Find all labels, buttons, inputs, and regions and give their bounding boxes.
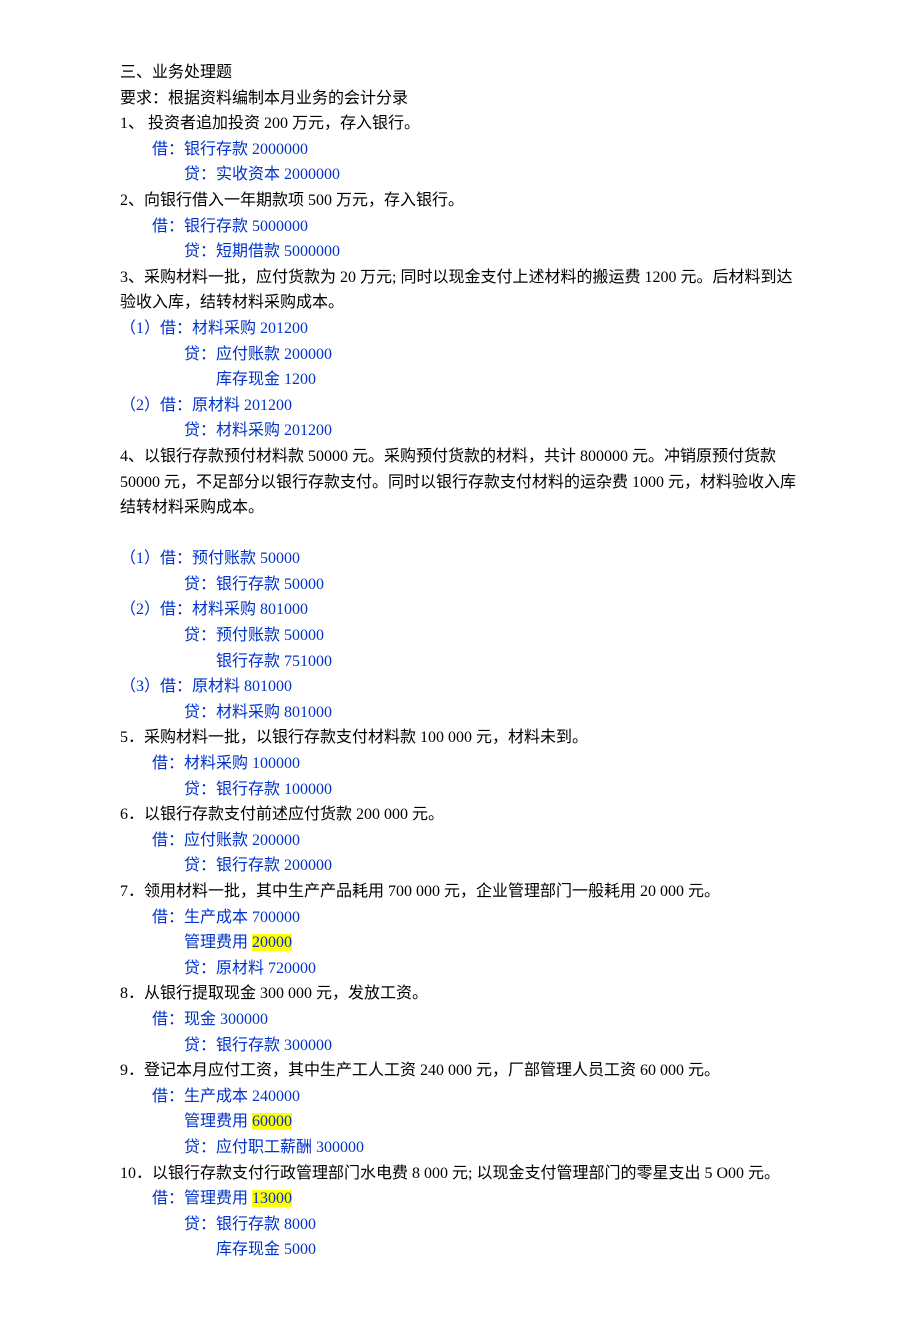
q4-e2-debit: （2）借：材料采购 801000 [120, 597, 800, 623]
q7-credit: 贷：原材料 720000 [120, 956, 800, 982]
q9-debit1: 借：生产成本 240000 [120, 1084, 800, 1110]
q7-debit1: 借：生产成本 700000 [120, 905, 800, 931]
q4-e3-debit: （3）借：原材料 801000 [120, 674, 800, 700]
q4-e2-credit2: 银行存款 751000 [120, 649, 800, 675]
q7-text: 7．领用材料一批，其中生产产品耗用 700 000 元，企业管理部门一般耗用 2… [120, 879, 800, 905]
q8-debit: 借：现金 300000 [120, 1007, 800, 1033]
q4-text: 4、以银行存款预付材料款 50000 元。采购预付货款的材料，共计 800000… [120, 444, 800, 521]
q2-debit: 借：银行存款 5000000 [120, 214, 800, 240]
q5-debit: 借：材料采购 100000 [120, 751, 800, 777]
q6-debit: 借：应付账款 200000 [120, 828, 800, 854]
q4-e3-credit: 贷：材料采购 801000 [120, 700, 800, 726]
q3-e2-debit: （2）借：原材料 201200 [120, 393, 800, 419]
q6-credit: 贷：银行存款 200000 [120, 853, 800, 879]
q3-e1-credit2: 库存现金 1200 [120, 367, 800, 393]
q4-e1-credit: 贷：银行存款 50000 [120, 572, 800, 598]
q8-text: 8．从银行提取现金 300 000 元，发放工资。 [120, 981, 800, 1007]
q7-debit2: 管理费用 20000 [120, 930, 800, 956]
q9-credit: 贷：应付职工薪酬 300000 [120, 1135, 800, 1161]
q1-credit: 贷：实收资本 2000000 [120, 162, 800, 188]
q9-highlight: 60000 [252, 1113, 292, 1130]
q10-highlight: 13000 [252, 1190, 292, 1207]
q3-e1-credit1: 贷：应付账款 200000 [120, 342, 800, 368]
q4-e1-debit: （1）借：预付账款 50000 [120, 546, 800, 572]
q2-text: 2、向银行借入一年期款项 500 万元，存入银行。 [120, 188, 800, 214]
q3-text: 3、采购材料一批，应付货款为 20 万元; 同时以现金支付上述材料的搬运费 12… [120, 265, 800, 316]
q3-e2-credit: 贷：材料采购 201200 [120, 418, 800, 444]
q4-e2-credit1: 贷：预付账款 50000 [120, 623, 800, 649]
q9-text: 9．登记本月应付工资，其中生产工人工资 240 000 元，厂部管理人员工资 6… [120, 1058, 800, 1084]
q10-credit1: 贷：银行存款 8000 [120, 1212, 800, 1238]
requirement: 要求：根据资料编制本月业务的会计分录 [120, 86, 800, 112]
section-title: 三、业务处理题 [120, 60, 800, 86]
q6-text: 6．以银行存款支付前述应付货款 200 000 元。 [120, 802, 800, 828]
q7-highlight: 20000 [252, 934, 292, 951]
q1-debit: 借：银行存款 2000000 [120, 137, 800, 163]
q3-e1-debit: （1）借：材料采购 201200 [120, 316, 800, 342]
q5-text: 5．采购材料一批，以银行存款支付材料款 100 000 元，材料未到。 [120, 725, 800, 751]
q10-text: 10．以银行存款支付行政管理部门水电费 8 000 元; 以现金支付管理部门的零… [120, 1161, 800, 1187]
q2-credit: 贷：短期借款 5000000 [120, 239, 800, 265]
q5-credit: 贷：银行存款 100000 [120, 777, 800, 803]
q10-debit: 借：管理费用 13000 [120, 1186, 800, 1212]
q8-credit: 贷：银行存款 300000 [120, 1033, 800, 1059]
q10-credit2: 库存现金 5000 [120, 1237, 800, 1263]
q1-text: 1、 投资者追加投资 200 万元，存入银行。 [120, 111, 800, 137]
q9-debit2: 管理费用 60000 [120, 1109, 800, 1135]
